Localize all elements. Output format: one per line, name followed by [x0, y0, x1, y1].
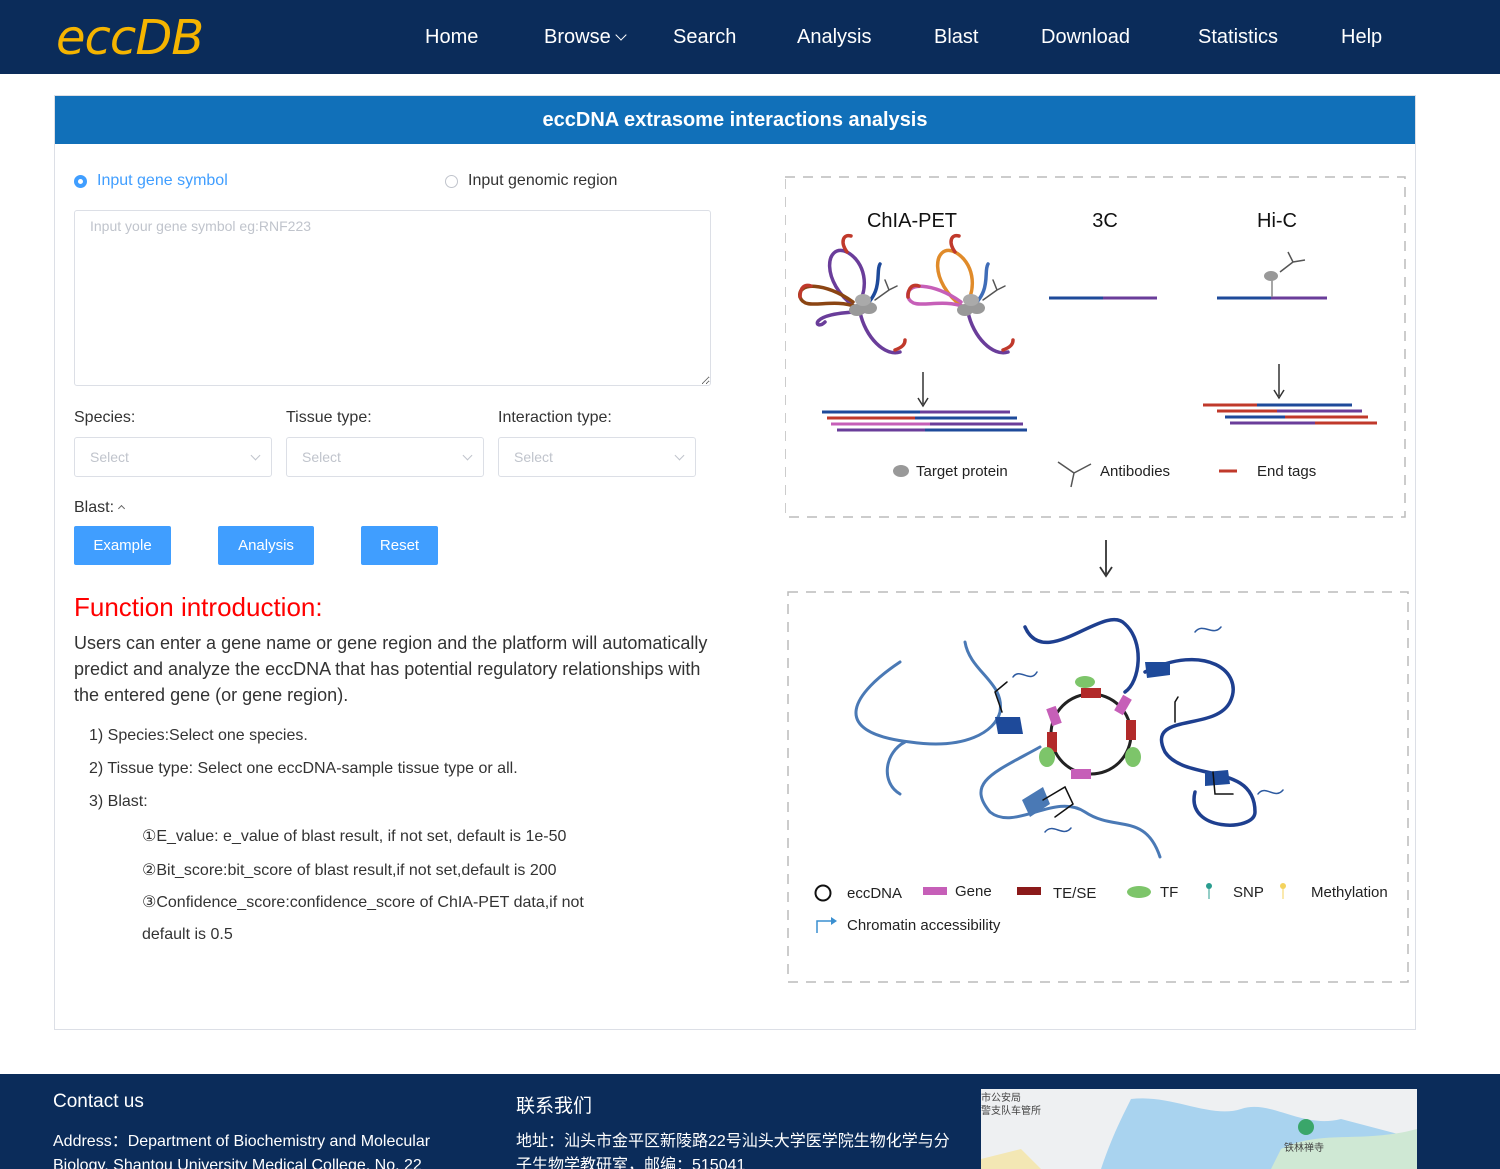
gene-symbol-input[interactable] [74, 210, 711, 386]
legend-chromatin-accessibility: Chromatin accessibility [847, 917, 1001, 934]
legend-te-se: TE/SE [1053, 885, 1096, 902]
chia-pet-reads-icon [822, 410, 1027, 432]
tf-legend-icon [1127, 886, 1151, 898]
legend-end-tags: End tags [1257, 463, 1316, 480]
interaction-label: Interaction type: [498, 409, 612, 426]
tissue-label: Tissue type: [286, 409, 372, 426]
gene-legend-icon [923, 887, 947, 895]
method-chia-pet: ChIA-PET [867, 210, 957, 232]
species-label: Species: [74, 409, 136, 426]
legend-snp: SNP [1233, 884, 1264, 901]
interaction-select[interactable]: Select [498, 437, 696, 477]
analysis-card: eccDNA extrasome interactions analysis I… [54, 95, 1416, 1030]
nav-browse[interactable]: Browse [544, 26, 627, 49]
chevron-down-icon [462, 450, 473, 461]
func-item: ①E_value: e_value of blast result, if no… [142, 828, 567, 845]
radio-unchecked-icon [445, 174, 458, 188]
contact-title: Contact us [53, 1091, 144, 1112]
map-label: 铁林禅寺 [1284, 1141, 1324, 1154]
nav-help[interactable]: Help [1341, 26, 1382, 49]
contact-address-cn: 地址：汕头市金平区新陵路22号汕头大学医学院生物化学与分 [516, 1133, 950, 1150]
interaction-methods-figure: ChIA-PET 3C Hi-C Target protein Antibodi… [785, 176, 1409, 983]
interaction-select-value: Select [514, 449, 553, 465]
hi-c-reads-icon [1203, 403, 1377, 425]
radio-gene-symbol[interactable]: Input gene symbol [74, 172, 228, 190]
legend-target-protein: Target protein [916, 463, 1008, 480]
method-3c: 3C [1092, 210, 1118, 232]
chevron-down-icon [615, 29, 627, 41]
target-protein-icon [893, 465, 909, 477]
func-item: 1) Species:Select one species. [89, 727, 308, 744]
tissue-select[interactable]: Select [286, 437, 484, 477]
nav-analysis[interactable]: Analysis [797, 26, 871, 49]
arrow-down-icon [1273, 364, 1285, 400]
nav-blast[interactable]: Blast [934, 26, 978, 49]
legend-eccdna: eccDNA [847, 885, 902, 902]
func-item: ②Bit_score:bit_score of blast result,if … [142, 862, 557, 879]
chevron-down-icon [250, 450, 261, 461]
chia-pet-loop-icon [798, 233, 907, 355]
species-select[interactable]: Select [74, 437, 272, 477]
nav-download[interactable]: Download [1041, 26, 1130, 49]
map-label: 市公安局 [981, 1091, 1021, 1104]
blast-label: Blast: [74, 499, 115, 516]
legend-tf: TF [1160, 884, 1178, 901]
antibody-icon [1057, 461, 1092, 488]
blast-toggle[interactable]: Blast: [74, 499, 126, 517]
func-item: ③Confidence_score:confidence_score of Ch… [142, 894, 584, 911]
map-label: 警支队车管所 [981, 1104, 1041, 1117]
tissue-select-value: Select [302, 449, 341, 465]
map-graphic: 市公安局 警支队车管所 铁林禅寺 [981, 1089, 1417, 1169]
chia-pet-loop-icon [906, 233, 1015, 355]
contact-address-line-2: Biology, Shantou University Medical Coll… [53, 1157, 422, 1169]
location-map[interactable]: 市公安局 警支队车管所 铁林禅寺 [981, 1089, 1417, 1169]
func-item: 2) Tissue type: Select one eccDNA-sample… [89, 760, 518, 777]
contact-title-cn: 联系我们 [516, 1096, 593, 1117]
nav-browse-label: Browse [544, 26, 611, 48]
arrow-down-icon [917, 372, 929, 408]
function-intro-text: Users can enter a gene name or gene regi… [74, 633, 708, 705]
radio-region-label: Input genomic region [468, 172, 618, 189]
func-item: 3) Blast: [89, 793, 148, 810]
chevron-down-icon [674, 450, 685, 461]
nav-search[interactable]: Search [673, 26, 736, 49]
hi-c-icon [1217, 251, 1327, 300]
chevron-up-icon [117, 504, 126, 513]
legend-antibodies: Antibodies [1100, 463, 1170, 480]
te-se-legend-icon [1017, 887, 1041, 895]
function-intro-title: Function introduction: [74, 592, 323, 622]
species-select-value: Select [90, 449, 129, 465]
contact-address: Address：Department of Biochemistry and M… [53, 1133, 431, 1150]
radio-genomic-region[interactable]: Input genomic region [445, 172, 617, 190]
example-button[interactable]: Example [74, 526, 171, 565]
site-logo[interactable]: eccDB [56, 10, 204, 66]
reset-button[interactable]: Reset [361, 526, 438, 565]
nav-home[interactable]: Home [425, 26, 478, 49]
top-navbar: eccDB Home Browse Search Analysis Blast … [0, 0, 1500, 74]
analysis-button[interactable]: Analysis [218, 526, 314, 565]
nav-statistics[interactable]: Statistics [1198, 26, 1278, 49]
eccdna-network-diagram [854, 617, 1284, 859]
legend-methylation: Methylation [1311, 884, 1388, 901]
eccdna-legend-icon [814, 884, 832, 902]
card-title: eccDNA extrasome interactions analysis [55, 96, 1415, 144]
radio-gene-label: Input gene symbol [97, 172, 228, 189]
method-hi-c: Hi-C [1257, 210, 1297, 232]
legend-gene: Gene [955, 883, 992, 900]
radio-checked-icon [74, 174, 87, 188]
footer: Contact us Address：Department of Biochem… [0, 1074, 1500, 1169]
func-item: default is 0.5 [142, 926, 233, 943]
contact-address-cn-line-2: 子生物学教研室，邮编：515041 [516, 1157, 746, 1169]
arrow-down-icon [1099, 540, 1113, 578]
